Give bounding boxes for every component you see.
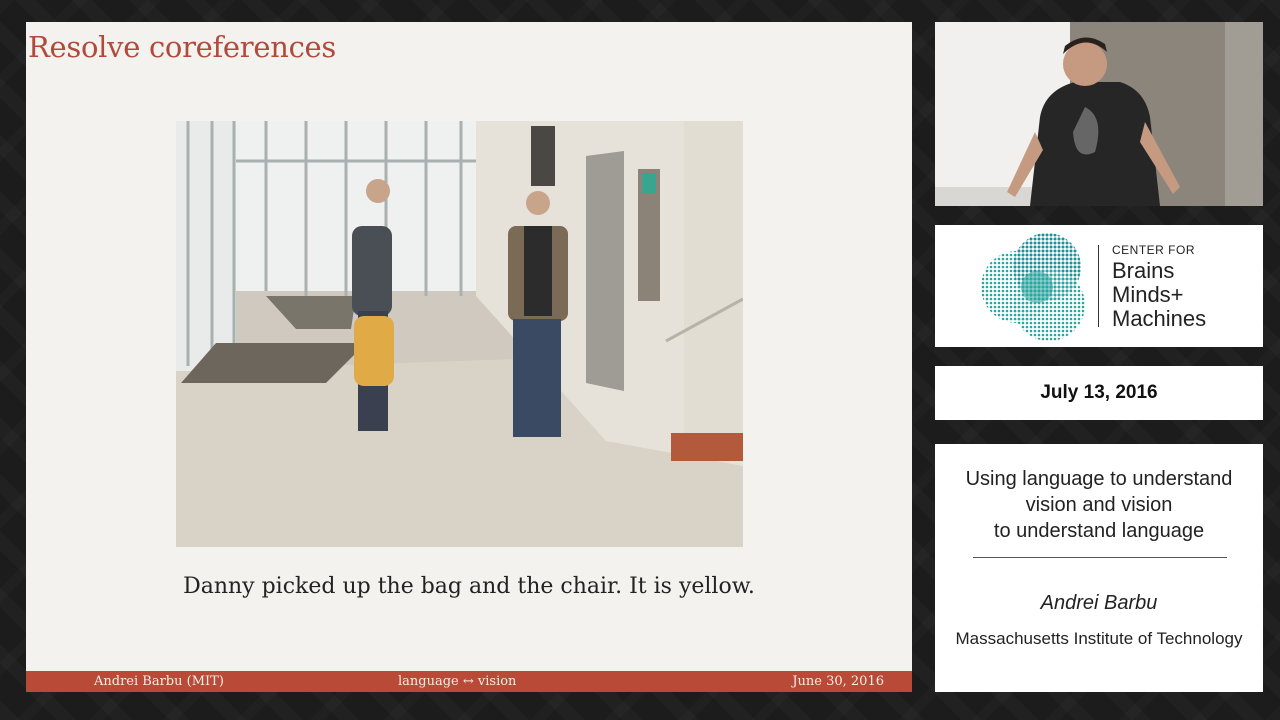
talk-info-panel: Using language to understand vision and … xyxy=(935,444,1263,692)
logo-minds: Minds+ xyxy=(1112,282,1184,307)
speaker-affiliation: Massachusetts Institute of Technology xyxy=(955,629,1243,648)
date-panel: July 13, 2016 xyxy=(935,366,1263,420)
logo-machines: Machines xyxy=(1112,306,1207,331)
video-frame-image xyxy=(176,121,743,547)
cbmm-logo-panel: CENTER FOR Brains Minds+ Machines xyxy=(935,225,1263,347)
presentation-slide: Resolve coreferences Danny picked up the… xyxy=(26,22,912,692)
talk-divider xyxy=(973,557,1227,558)
event-date: July 13, 2016 xyxy=(1040,382,1158,403)
speaker-name: Andrei Barbu xyxy=(1040,592,1158,614)
talk-title: Using language to understand vision and … xyxy=(935,466,1263,544)
cbmm-logo-text: CENTER FOR Brains Minds+ Machines xyxy=(1112,243,1206,331)
speaker-video xyxy=(935,22,1263,206)
footer-author: Andrei Barbu (MIT) xyxy=(94,674,224,689)
talk-title-line-2: vision and vision xyxy=(1025,494,1173,516)
talk-title-line-3: to understand language xyxy=(993,520,1205,542)
slide-caption: Danny picked up the bag and the chair. I… xyxy=(183,574,755,599)
slide-title: Resolve coreferences xyxy=(28,30,336,64)
talk-title-line-1: Using language to understand xyxy=(965,468,1233,490)
cbmm-logo-icon xyxy=(981,233,1085,341)
logo-center-for: CENTER FOR xyxy=(1112,243,1195,257)
slide-footer: Andrei Barbu (MIT) language ↔ vision Jun… xyxy=(26,671,912,692)
footer-topic: language ↔ vision xyxy=(398,674,517,689)
footer-date: June 30, 2016 xyxy=(792,674,884,689)
logo-divider xyxy=(1098,245,1099,327)
logo-brains: Brains xyxy=(1112,258,1175,283)
